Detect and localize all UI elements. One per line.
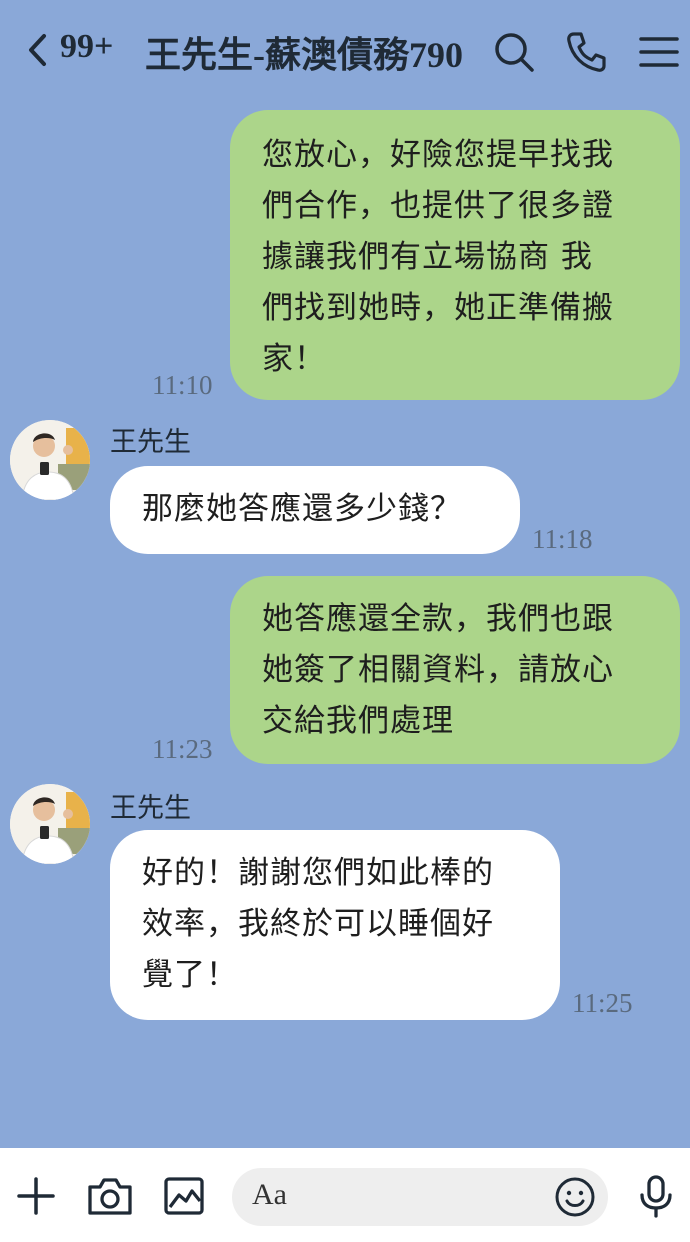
sender-name: 王先生 xyxy=(110,793,191,824)
message-timestamp: 11:25 xyxy=(572,988,633,1018)
message-timestamp: 11:10 xyxy=(152,370,213,400)
avatar[interactable] xyxy=(10,784,90,864)
chat-header: 99+ 王先生-蘇澳債務790 xyxy=(0,0,690,104)
unread-count-badge[interactable]: 99+ xyxy=(60,28,113,66)
message-text-line: 她簽了相關資料，請放心 xyxy=(262,652,614,688)
avatar[interactable] xyxy=(10,420,90,500)
camera-icon[interactable] xyxy=(86,1174,134,1218)
message-text-line: 據讓我們有立場協商 我 xyxy=(262,239,593,275)
message-input-bar: Aa xyxy=(0,1148,690,1242)
microphone-icon[interactable] xyxy=(634,1174,678,1218)
incoming-message-bubble[interactable]: 好的！謝謝您們如此棒的 效率，我終於可以睡個好 覺了！ xyxy=(110,830,560,1020)
emoji-icon[interactable] xyxy=(554,1176,596,1218)
chat-message-list[interactable]: 您放心，好險您提早找我 們合作，也提供了很多證 據讓我們有立場協商 我 們找到她… xyxy=(0,104,690,1148)
message-text-line: 您放心，好險您提早找我 xyxy=(262,137,614,173)
message-text-line: 她答應還全款，我們也跟 xyxy=(262,601,614,637)
message-input-field[interactable]: Aa xyxy=(232,1168,608,1226)
sender-name: 王先生 xyxy=(110,427,191,458)
plus-icon[interactable] xyxy=(14,1174,58,1218)
phone-icon[interactable] xyxy=(564,30,608,74)
message-input-placeholder: Aa xyxy=(252,1178,287,1211)
incoming-message-bubble[interactable]: 那麼她答應還多少錢？ xyxy=(110,466,520,554)
message-text-line: 覺了！ xyxy=(142,957,238,993)
message-text-line: 們找到她時，她正準備搬 xyxy=(262,290,614,326)
contact-avatar-image xyxy=(10,420,90,500)
message-text-line: 那麼她答應還多少錢？ xyxy=(142,491,462,527)
message-timestamp: 11:18 xyxy=(532,524,593,554)
message-text-line: 家！ xyxy=(262,341,326,377)
contact-avatar-image xyxy=(10,784,90,864)
search-icon[interactable] xyxy=(492,30,536,74)
outgoing-message-bubble[interactable]: 她答應還全款，我們也跟 她簽了相關資料，請放心 交給我們處理 xyxy=(230,576,680,764)
outgoing-message-bubble[interactable]: 您放心，好險您提早找我 們合作，也提供了很多證 據讓我們有立場協商 我 們找到她… xyxy=(230,110,680,400)
message-timestamp: 11:23 xyxy=(152,734,213,764)
menu-icon[interactable] xyxy=(638,30,682,74)
message-text-line: 好的！謝謝您們如此棒的 xyxy=(142,855,494,891)
back-button[interactable] xyxy=(22,32,52,68)
message-text-line: 交給我們處理 xyxy=(262,703,454,739)
chat-title[interactable]: 王先生-蘇澳債務790 xyxy=(145,26,481,78)
message-text-line: 效率，我終於可以睡個好 xyxy=(142,906,494,942)
image-icon[interactable] xyxy=(162,1174,206,1218)
message-text-line: 們合作，也提供了很多證 xyxy=(262,188,614,224)
back-chevron-icon xyxy=(29,34,46,66)
